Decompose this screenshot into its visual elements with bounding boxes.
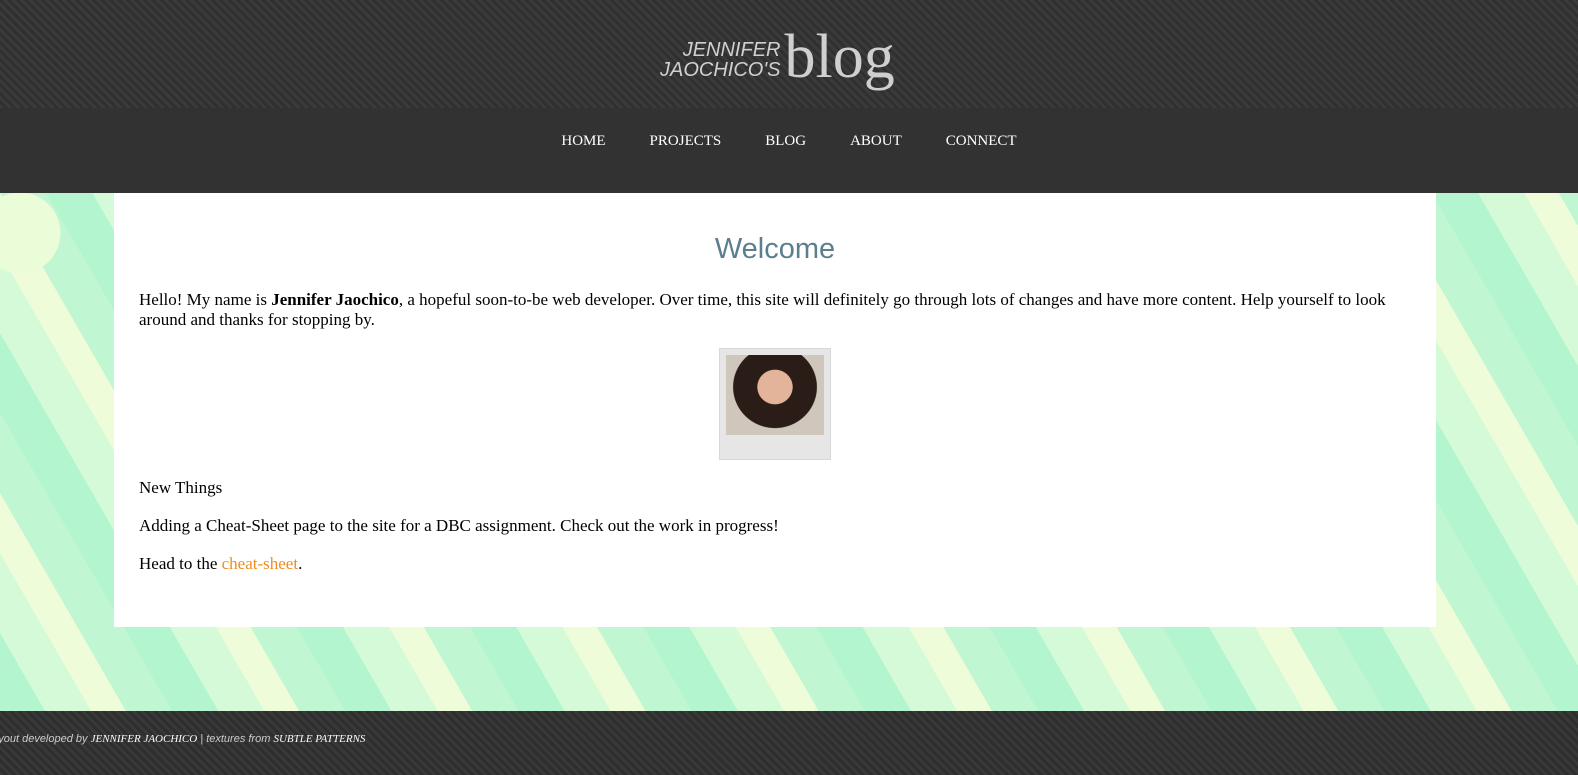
content-panel: Welcome Hello! My name is Jennifer Jaoch… — [114, 193, 1436, 627]
footer-author-link[interactable]: JENNIFER JAOCHICO — [91, 733, 198, 745]
logo-blog: blog — [784, 23, 895, 91]
section-heading: New Things — [139, 478, 223, 497]
profile-photo — [719, 348, 831, 460]
news-text: Adding a Cheat-Sheet page to the site fo… — [139, 516, 779, 535]
footer-credits: Layout developed by JENNIFER JAOCHICO | … — [0, 733, 365, 745]
page-title: Welcome — [714, 233, 836, 265]
cheat-sheet-text: Head to the cheat-sheet. — [139, 554, 1411, 574]
intro-name: Jennifer Jaochico — [271, 290, 399, 309]
subtle-patterns-link[interactable]: SUBTLE PATTERNS — [273, 733, 365, 745]
logo-line2: JAOCHICO'S — [660, 59, 781, 81]
nav-projects[interactable]: PROJECTS — [650, 133, 722, 193]
intro-text: Hello! My name is Jennifer Jaochico, a h… — [139, 290, 1411, 330]
nav-about[interactable]: ABOUT — [850, 133, 902, 193]
nav-blog[interactable]: BLOG — [765, 133, 806, 193]
head-to: Head to the — [139, 554, 222, 573]
intro-before: Hello! My name is — [139, 290, 272, 309]
footer-prefix: Layout developed by — [0, 733, 88, 745]
logo-line1: JENNIFER — [682, 39, 781, 61]
site-logo[interactable]: JENNIFER JAOCHICO'S blog — [660, 23, 895, 91]
main-nav: HOME PROJECTS BLOG ABOUT CONNECT — [0, 108, 1578, 193]
nav-connect[interactable]: CONNECT — [946, 133, 1017, 193]
footer-mid: | textures from — [197, 733, 274, 745]
logo-name: JENNIFER JAOCHICO'S — [660, 40, 781, 80]
header: JENNIFER JAOCHICO'S blog — [0, 0, 1578, 108]
period: . — [298, 554, 303, 573]
footer: Layout developed by JENNIFER JAOCHICO | … — [0, 711, 1578, 775]
nav-home[interactable]: HOME — [561, 133, 605, 193]
cheat-sheet-link[interactable]: cheat-sheet — [222, 554, 298, 573]
